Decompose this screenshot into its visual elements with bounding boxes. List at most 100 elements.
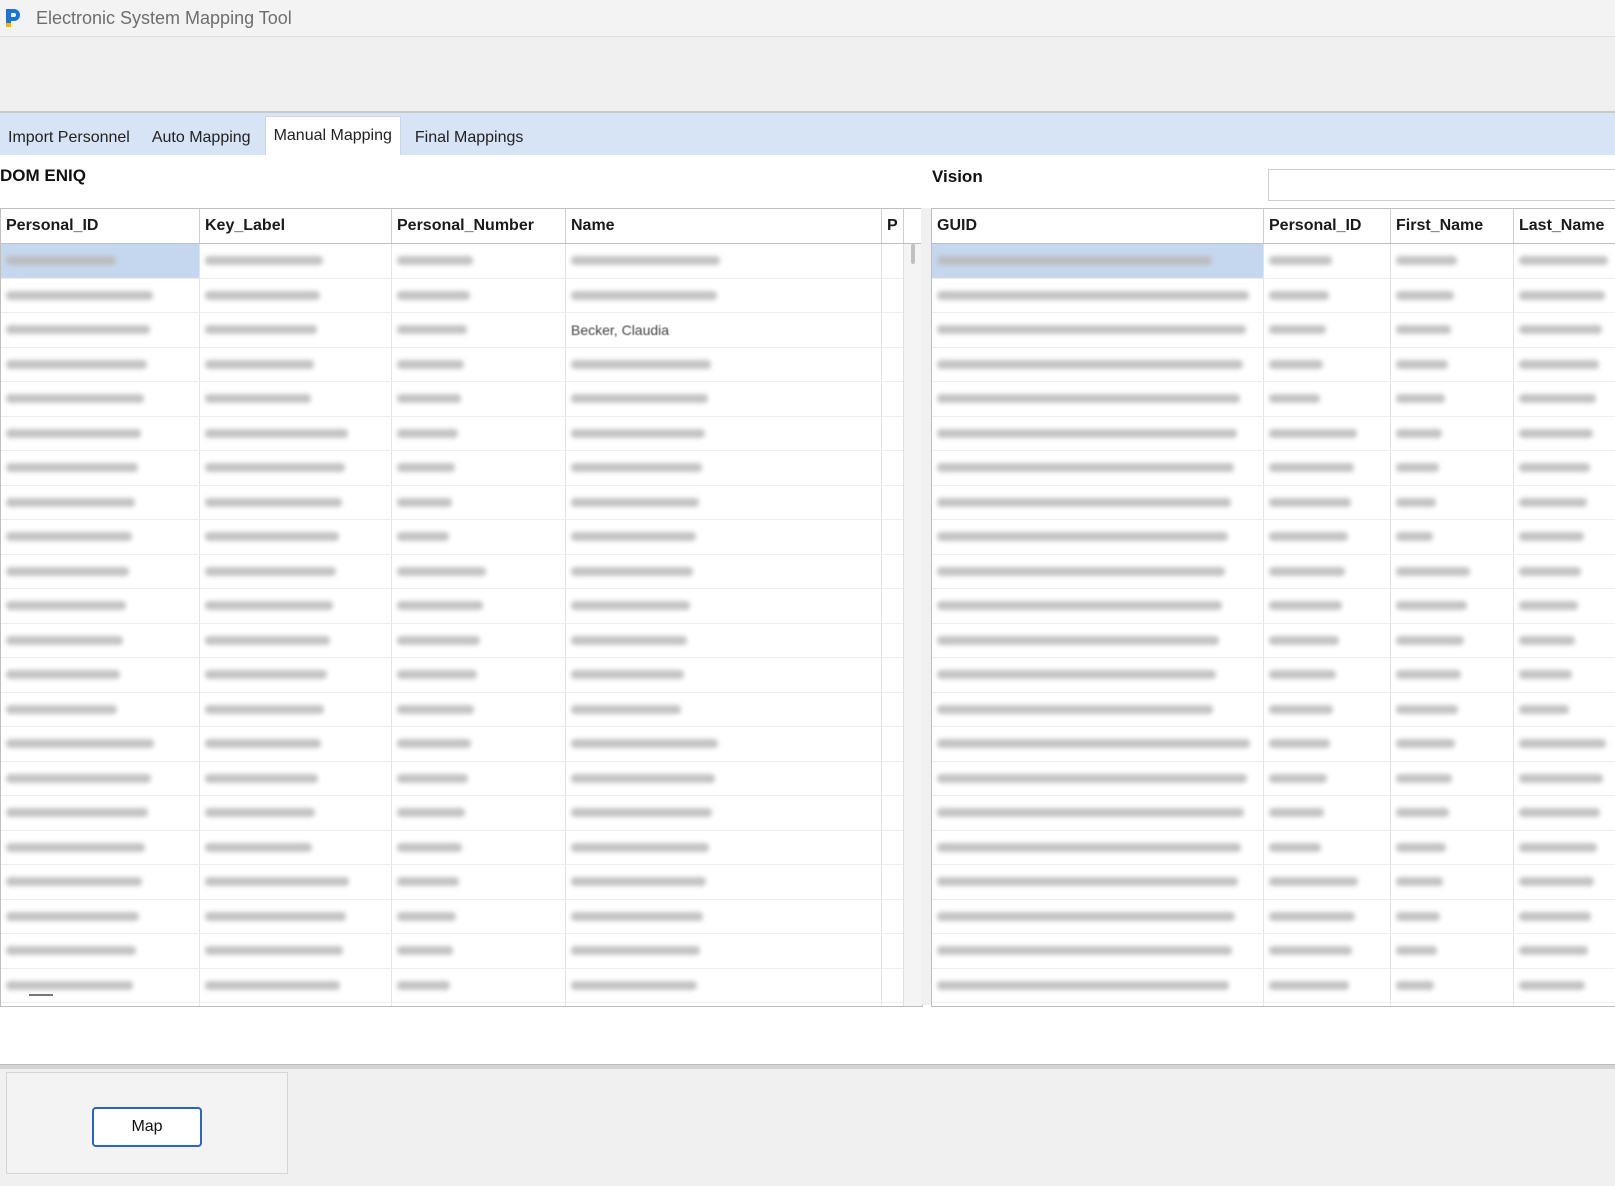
table-row[interactable] [932,934,1615,969]
table-cell [1264,830,1391,864]
table-cell [1,347,200,381]
column-header-last-name[interactable]: Last_Name [1514,209,1615,243]
tab-manual-mapping[interactable]: Manual Mapping [264,116,401,155]
table-row[interactable] [932,899,1615,934]
tab-import-personnel[interactable]: Import Personnel [0,121,138,155]
table-cell [1264,347,1391,381]
table-row[interactable] [932,796,1615,831]
table-row[interactable] [1,830,922,865]
table-row[interactable] [932,727,1615,762]
tab-final-mappings[interactable]: Final Mappings [407,121,532,155]
table-row[interactable] [1,968,922,1003]
table-cell [882,416,904,450]
table-row[interactable] [1,244,922,279]
grid-body: Becker, Claudia [1,244,922,1006]
table-row[interactable] [1,1003,922,1006]
table-cell [200,899,392,933]
table-cell [1,899,200,933]
table-row[interactable] [1,382,922,417]
table-row[interactable] [932,761,1615,796]
table-row[interactable] [1,934,922,969]
table-row[interactable] [1,416,922,451]
table-row[interactable] [1,692,922,727]
table-row[interactable] [1,520,922,555]
table-row[interactable] [1,485,922,520]
table-row[interactable] [932,658,1615,693]
column-header-guid[interactable]: GUID [932,209,1264,243]
redacted-value [937,497,1231,507]
table-row[interactable] [932,623,1615,658]
vision-grid[interactable]: GUID Personal_ID First_Name Last_Name [931,208,1615,1007]
redacted-value [1269,980,1349,990]
table-cell [1264,278,1391,312]
table-row[interactable] [932,416,1615,451]
column-header-key-label[interactable]: Key_Label [200,209,392,243]
table-row[interactable] [932,347,1615,382]
redacted-value [6,428,141,438]
vertical-scrollbar[interactable] [903,244,922,1006]
dom-eniq-grid[interactable]: Personal_ID Key_Label Personal_Number Na… [0,208,923,1007]
table-row[interactable] [932,244,1615,279]
table-cell [566,968,882,1002]
table-row[interactable] [932,830,1615,865]
table-cell [882,485,904,519]
redacted-value [571,428,705,438]
column-header-name[interactable]: Name [566,209,882,243]
table-row[interactable] [932,451,1615,486]
table-row[interactable] [1,347,922,382]
redacted-value [1269,532,1348,542]
table-cell [932,658,1264,692]
table-cell [932,692,1264,726]
table-row[interactable] [932,520,1615,555]
table-cell [882,589,904,623]
table-row[interactable] [932,692,1615,727]
table-cell [1264,451,1391,485]
table-cell [1514,520,1615,554]
redacted-value [205,773,318,783]
redacted-value [6,739,154,749]
panel-splitter[interactable] [921,208,931,1005]
column-header-p[interactable]: P [882,209,904,243]
table-cell [566,761,882,795]
table-row[interactable] [1,451,922,486]
table-row[interactable] [1,761,922,796]
redacted-value [1519,532,1584,542]
table-row[interactable] [932,382,1615,417]
table-row[interactable] [1,899,922,934]
redacted-value [1519,635,1575,645]
scroll-thumb[interactable] [911,244,915,264]
redacted-value [1519,980,1585,990]
table-row[interactable] [932,313,1615,348]
column-header-first-name[interactable]: First_Name [1391,209,1514,243]
table-row[interactable] [932,554,1615,589]
horizontal-scroll-thumb[interactable] [29,994,53,996]
map-button[interactable]: Map [92,1107,202,1147]
table-cell [392,968,566,1002]
table-row[interactable] [1,589,922,624]
table-row[interactable] [1,796,922,831]
search-input[interactable] [1268,169,1615,201]
tab-auto-mapping[interactable]: Auto Mapping [144,121,259,155]
redacted-value [1269,601,1342,611]
column-header-personal-id[interactable]: Personal_ID [1,209,200,243]
column-header-personal-number[interactable]: Personal_Number [392,209,566,243]
redacted-value [1519,566,1581,576]
table-row[interactable] [1,278,922,313]
table-row[interactable] [1,554,922,589]
table-cell [882,830,904,864]
table-row[interactable]: Becker, Claudia [1,313,922,348]
table-row[interactable] [1,865,922,900]
table-row[interactable] [932,865,1615,900]
table-row[interactable] [932,968,1615,1003]
table-row[interactable] [932,589,1615,624]
column-header-personal-id[interactable]: Personal_ID [1264,209,1391,243]
redacted-value [205,325,317,335]
table-cell [1391,761,1514,795]
table-row[interactable] [1,623,922,658]
table-row[interactable] [1,727,922,762]
redacted-value [397,497,452,507]
table-row[interactable] [932,278,1615,313]
table-row[interactable] [932,485,1615,520]
table-row[interactable] [1,658,922,693]
table-row[interactable] [932,1003,1615,1006]
